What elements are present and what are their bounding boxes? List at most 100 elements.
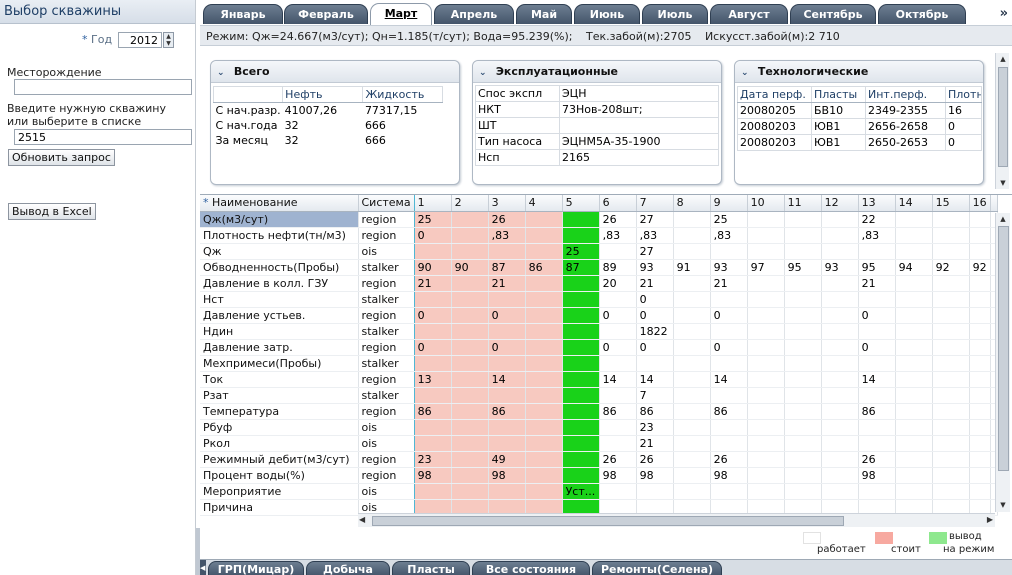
scroll-left-icon[interactable]: ◀: [359, 515, 365, 524]
day-value-cell[interactable]: [969, 291, 991, 308]
day-value-cell[interactable]: [747, 275, 785, 292]
day-value-cell[interactable]: [969, 323, 991, 340]
day-value-cell[interactable]: [858, 355, 896, 372]
tab-august[interactable]: Август: [710, 4, 788, 24]
stepper-up-icon[interactable]: ▲: [164, 33, 173, 40]
grid-row[interactable]: Рзат stalker 7: [200, 387, 998, 404]
row-name-cell[interactable]: Рбуф: [200, 419, 359, 436]
day-value-cell[interactable]: 90: [451, 259, 489, 276]
day-value-cell[interactable]: [599, 387, 637, 404]
day-value-cell[interactable]: [895, 403, 933, 420]
day-value-cell[interactable]: [673, 451, 711, 468]
grid-row[interactable]: Обводненность(Пробы) stalker 90 90 87 86 87 89 9…: [200, 259, 998, 276]
day-value-cell[interactable]: 0: [636, 291, 674, 308]
chevron-down-icon[interactable]: ⌄: [741, 68, 751, 78]
tab-april[interactable]: Апрель: [434, 4, 514, 24]
day-value-cell[interactable]: [451, 435, 489, 452]
day-value-cell[interactable]: [488, 355, 526, 372]
day-value-cell[interactable]: 0: [858, 339, 896, 356]
day-value-cell[interactable]: [673, 419, 711, 436]
day-value-cell[interactable]: [673, 291, 711, 308]
day-value-cell[interactable]: [969, 435, 991, 452]
day-value-cell[interactable]: [525, 355, 563, 372]
day-value-cell[interactable]: [525, 323, 563, 340]
grid-row[interactable]: Рбуф ois 23: [200, 419, 998, 436]
day-value-cell[interactable]: [562, 291, 600, 308]
day-value-cell[interactable]: 93: [821, 259, 859, 276]
day-value-cell[interactable]: [747, 403, 785, 420]
day-value-cell[interactable]: [784, 243, 822, 260]
day-value-cell[interactable]: 14: [636, 371, 674, 388]
day-value-cell[interactable]: [969, 403, 991, 420]
day-value-cell[interactable]: 0: [710, 339, 748, 356]
day-value-cell[interactable]: [858, 419, 896, 436]
day-value-cell[interactable]: [451, 291, 489, 308]
day-value-cell[interactable]: 21: [636, 435, 674, 452]
export-excel-button[interactable]: Вывод в Excel: [8, 203, 96, 220]
field-input[interactable]: [14, 79, 192, 95]
day-value-cell[interactable]: [747, 323, 785, 340]
grid-row[interactable]: Нст stalker 0: [200, 291, 998, 308]
day-value-cell[interactable]: [895, 371, 933, 388]
day-value-cell[interactable]: [969, 419, 991, 436]
day-value-cell[interactable]: [451, 339, 489, 356]
tab-july[interactable]: Июль: [642, 4, 708, 24]
day-value-cell[interactable]: [525, 387, 563, 404]
day-value-cell[interactable]: [747, 243, 785, 260]
technological-panel-header[interactable]: ⌄ Технологические: [735, 61, 983, 83]
day-value-cell[interactable]: [673, 387, 711, 404]
scroll-thumb[interactable]: [998, 67, 1008, 167]
day-value-cell[interactable]: [451, 227, 489, 244]
scroll-down-icon[interactable]: ▼: [996, 499, 1010, 511]
day-value-cell[interactable]: [747, 451, 785, 468]
day-value-cell[interactable]: [710, 291, 748, 308]
day-value-cell[interactable]: [562, 355, 600, 372]
day-value-cell[interactable]: [932, 291, 970, 308]
day-value-cell[interactable]: [673, 483, 711, 500]
day-value-cell[interactable]: [562, 211, 600, 228]
day-value-cell[interactable]: [821, 291, 859, 308]
day-value-cell[interactable]: 93: [636, 259, 674, 276]
day-value-cell[interactable]: [562, 275, 600, 292]
day-value-cell[interactable]: [969, 483, 991, 500]
day-value-cell[interactable]: [525, 243, 563, 260]
day-value-cell[interactable]: 0: [414, 339, 452, 356]
day-value-cell[interactable]: [895, 387, 933, 404]
tab-may[interactable]: Май: [516, 4, 572, 24]
row-name-cell[interactable]: Мехпримеси(Пробы): [200, 355, 359, 372]
day-value-cell[interactable]: [747, 211, 785, 228]
day-value-cell[interactable]: 95: [858, 259, 896, 276]
day-value-cell[interactable]: [599, 483, 637, 500]
day-value-cell[interactable]: [451, 371, 489, 388]
day-value-cell[interactable]: [747, 435, 785, 452]
day-value-cell[interactable]: 21: [858, 275, 896, 292]
day-value-cell[interactable]: [784, 275, 822, 292]
day-value-cell[interactable]: [858, 435, 896, 452]
day-value-cell[interactable]: [710, 355, 748, 372]
day-value-cell[interactable]: [451, 387, 489, 404]
row-name-cell[interactable]: Рзат: [200, 387, 359, 404]
grid-row[interactable]: Процент воды(%) region 98 98 98 98 98 98: [200, 467, 998, 484]
day-value-cell[interactable]: [562, 451, 600, 468]
day-value-cell[interactable]: [821, 435, 859, 452]
day-value-cell[interactable]: [821, 275, 859, 292]
refresh-button[interactable]: Обновить запрос: [8, 149, 115, 166]
day-value-cell[interactable]: [821, 419, 859, 436]
day-value-cell[interactable]: 25: [414, 211, 452, 228]
day-value-cell[interactable]: [821, 227, 859, 244]
year-stepper[interactable]: ▲ ▼: [163, 32, 174, 48]
day-value-cell[interactable]: [895, 307, 933, 324]
grid-vertical-scrollbar[interactable]: ▲ ▼: [995, 213, 1010, 512]
day-value-cell[interactable]: [895, 291, 933, 308]
day-value-cell[interactable]: [562, 403, 600, 420]
day-value-cell[interactable]: 0: [858, 307, 896, 324]
day-value-cell[interactable]: [969, 211, 991, 228]
day-value-cell[interactable]: [710, 243, 748, 260]
tab-layers[interactable]: Пласты: [392, 561, 470, 575]
day-value-cell[interactable]: 86: [710, 403, 748, 420]
day-value-cell[interactable]: 0: [599, 307, 637, 324]
day-value-cell[interactable]: [784, 307, 822, 324]
day-value-cell[interactable]: [599, 291, 637, 308]
scroll-up-icon[interactable]: ▲: [996, 53, 1010, 65]
day-value-cell[interactable]: [451, 243, 489, 260]
